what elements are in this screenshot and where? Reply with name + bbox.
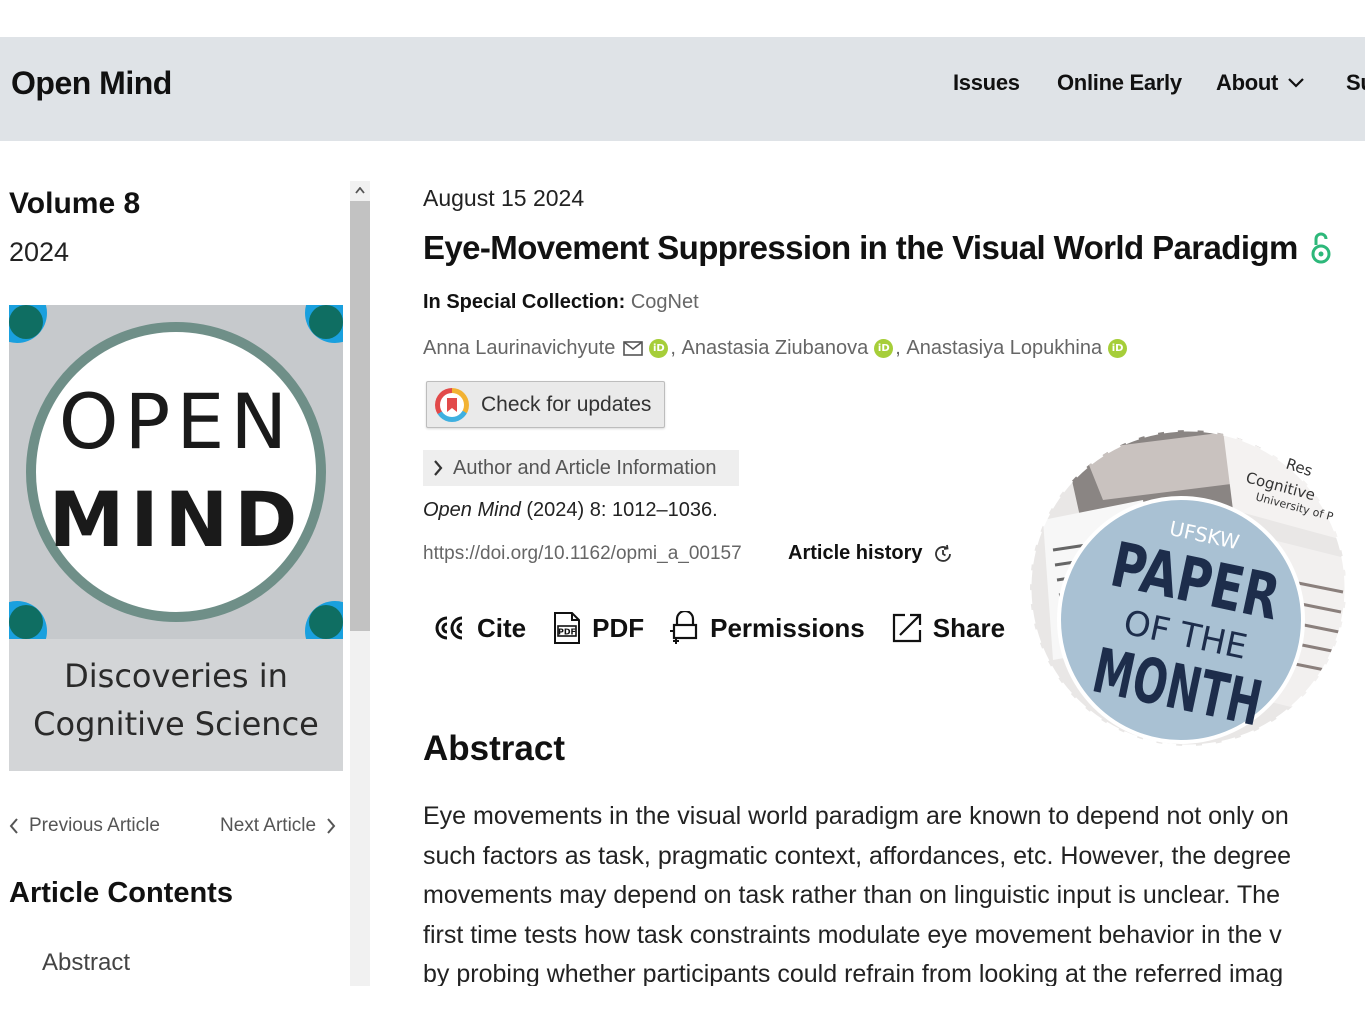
citation-details: (2024) 8: 1012–1036. [520, 499, 718, 521]
volume-year: 2024 [9, 237, 70, 267]
cover-circle [26, 322, 326, 622]
cite-button[interactable]: Cite [433, 611, 526, 645]
nav-issues[interactable]: Issues [953, 70, 1020, 96]
quote-icon [435, 616, 463, 640]
paper-of-the-month-badge[interactable]: Res Cognitive University of P UFSKW PAPE… [1023, 420, 1353, 750]
article-history-label: Article history [788, 542, 923, 564]
contents-item-abstract[interactable]: Abstract [42, 949, 130, 977]
history-icon [935, 544, 952, 562]
abstract-text: Eye movements in the visual world paradi… [423, 797, 1365, 986]
sidebar: Volume 8 2024 OPEN MIND Discoveries in C… [0, 141, 350, 986]
previous-article-link[interactable]: Previous Article [9, 815, 160, 837]
previous-article-label: Previous Article [29, 815, 160, 836]
nav-subscribe[interactable]: Su [1346, 70, 1365, 96]
abstract-line: by probing whether participants could re… [423, 960, 1284, 986]
abstract-line: such factors as task, pragmatic context,… [423, 841, 1292, 870]
check-for-updates-button[interactable]: Check for updates [426, 381, 665, 428]
article-history-button[interactable]: Article history [788, 542, 954, 565]
doi-link[interactable]: https://doi.org/10.1162/opmi_a_00157 [423, 543, 742, 565]
citation-line: Open Mind (2024) 8: 1012–1036. [423, 499, 718, 522]
abstract-line: movements may depend on task rather than… [423, 881, 1280, 909]
scroll-up-arrow-icon[interactable] [350, 181, 370, 199]
pdf-icon: PDF [554, 612, 581, 644]
next-article-label: Next Article [220, 815, 317, 836]
site-brand[interactable]: Open Mind [11, 65, 172, 102]
orcid-icon[interactable]: iD [1108, 339, 1128, 358]
email-icon[interactable] [623, 341, 644, 356]
cover-subtitle: Cognitive Science [33, 705, 319, 743]
nav-about-label: About [1216, 70, 1279, 95]
journal-cover[interactable]: OPEN MIND Discoveries in Cognitive Scien… [9, 305, 343, 771]
article-title-text: Eye-Movement Suppression in the Visual W… [423, 229, 1298, 266]
permissions-icon [670, 611, 698, 644]
abstract-line: Eye movements in the visual world paradi… [423, 802, 1289, 830]
chevron-left-icon [9, 818, 18, 834]
special-collection-label: In Special Collection: [423, 291, 626, 313]
cover-corner [305, 601, 343, 639]
share-label: Share [932, 612, 1006, 643]
citation-journal: Open Mind [423, 499, 521, 521]
publish-date: August 15 2024 [423, 185, 585, 211]
orcid-icon[interactable]: iD [874, 339, 894, 358]
scrollbar-thumb[interactable] [350, 201, 370, 631]
special-collection-link[interactable]: CogNet [631, 291, 699, 313]
author-separator: , [895, 337, 907, 359]
crossmark-icon [435, 387, 469, 422]
cover-title-open: OPEN [58, 377, 294, 466]
orcid-icon[interactable]: iD [649, 339, 669, 358]
svg-text:PDF: PDF [558, 628, 576, 637]
author-list: Anna Laurinavichyute iD , Anastasia Ziub… [423, 337, 1129, 360]
share-icon [892, 613, 921, 643]
chevron-right-icon [434, 460, 443, 476]
special-collection: In Special Collection: CogNet [423, 291, 699, 314]
chevron-right-icon [327, 818, 336, 834]
sidebar-scrollbar[interactable] [350, 181, 370, 986]
abstract-line: first time tests how task constraints mo… [423, 920, 1282, 949]
pdf-button[interactable]: PDF PDF [552, 611, 644, 645]
nav-online-early[interactable]: Online Early [1057, 70, 1182, 96]
author-separator: , [670, 337, 682, 359]
author-article-info-toggle[interactable]: Author and Article Information [423, 450, 739, 486]
next-article-link[interactable]: Next Article [220, 815, 336, 837]
cover-corner [305, 305, 343, 343]
author-name[interactable]: Anastasia Ziubanova [681, 337, 868, 360]
chevron-down-icon [1288, 78, 1304, 88]
author-name[interactable]: Anastasiya Lopukhina [906, 337, 1102, 360]
article-tools: Cite PDF PDF Permissions Share [433, 611, 1005, 645]
cite-label: Cite [477, 612, 527, 643]
share-button[interactable]: Share [891, 611, 1005, 645]
article-contents-title: Article Contents [9, 877, 233, 909]
nav-about[interactable]: About [1216, 70, 1304, 96]
author-name[interactable]: Anna Laurinavichyute [423, 337, 615, 360]
cover-subtitle: Discoveries in [64, 657, 288, 695]
site-header: Open Mind Issues Online Early About Su [0, 37, 1365, 141]
open-access-icon [1311, 232, 1331, 264]
pdf-label: PDF [592, 612, 645, 643]
article-title: Eye-Movement Suppression in the Visual W… [423, 229, 1332, 267]
permissions-button[interactable]: Permissions [670, 611, 865, 645]
abstract-heading: Abstract [423, 729, 565, 768]
cover-corner [9, 305, 47, 343]
author-article-info-label: Author and Article Information [453, 456, 717, 479]
cover-corner [9, 601, 47, 639]
cover-title-mind: MIND [48, 475, 304, 564]
permissions-label: Permissions [710, 612, 865, 643]
check-for-updates-label: Check for updates [481, 392, 652, 416]
cover-art: OPEN MIND [9, 305, 343, 639]
volume-label: Volume 8 [9, 187, 141, 220]
